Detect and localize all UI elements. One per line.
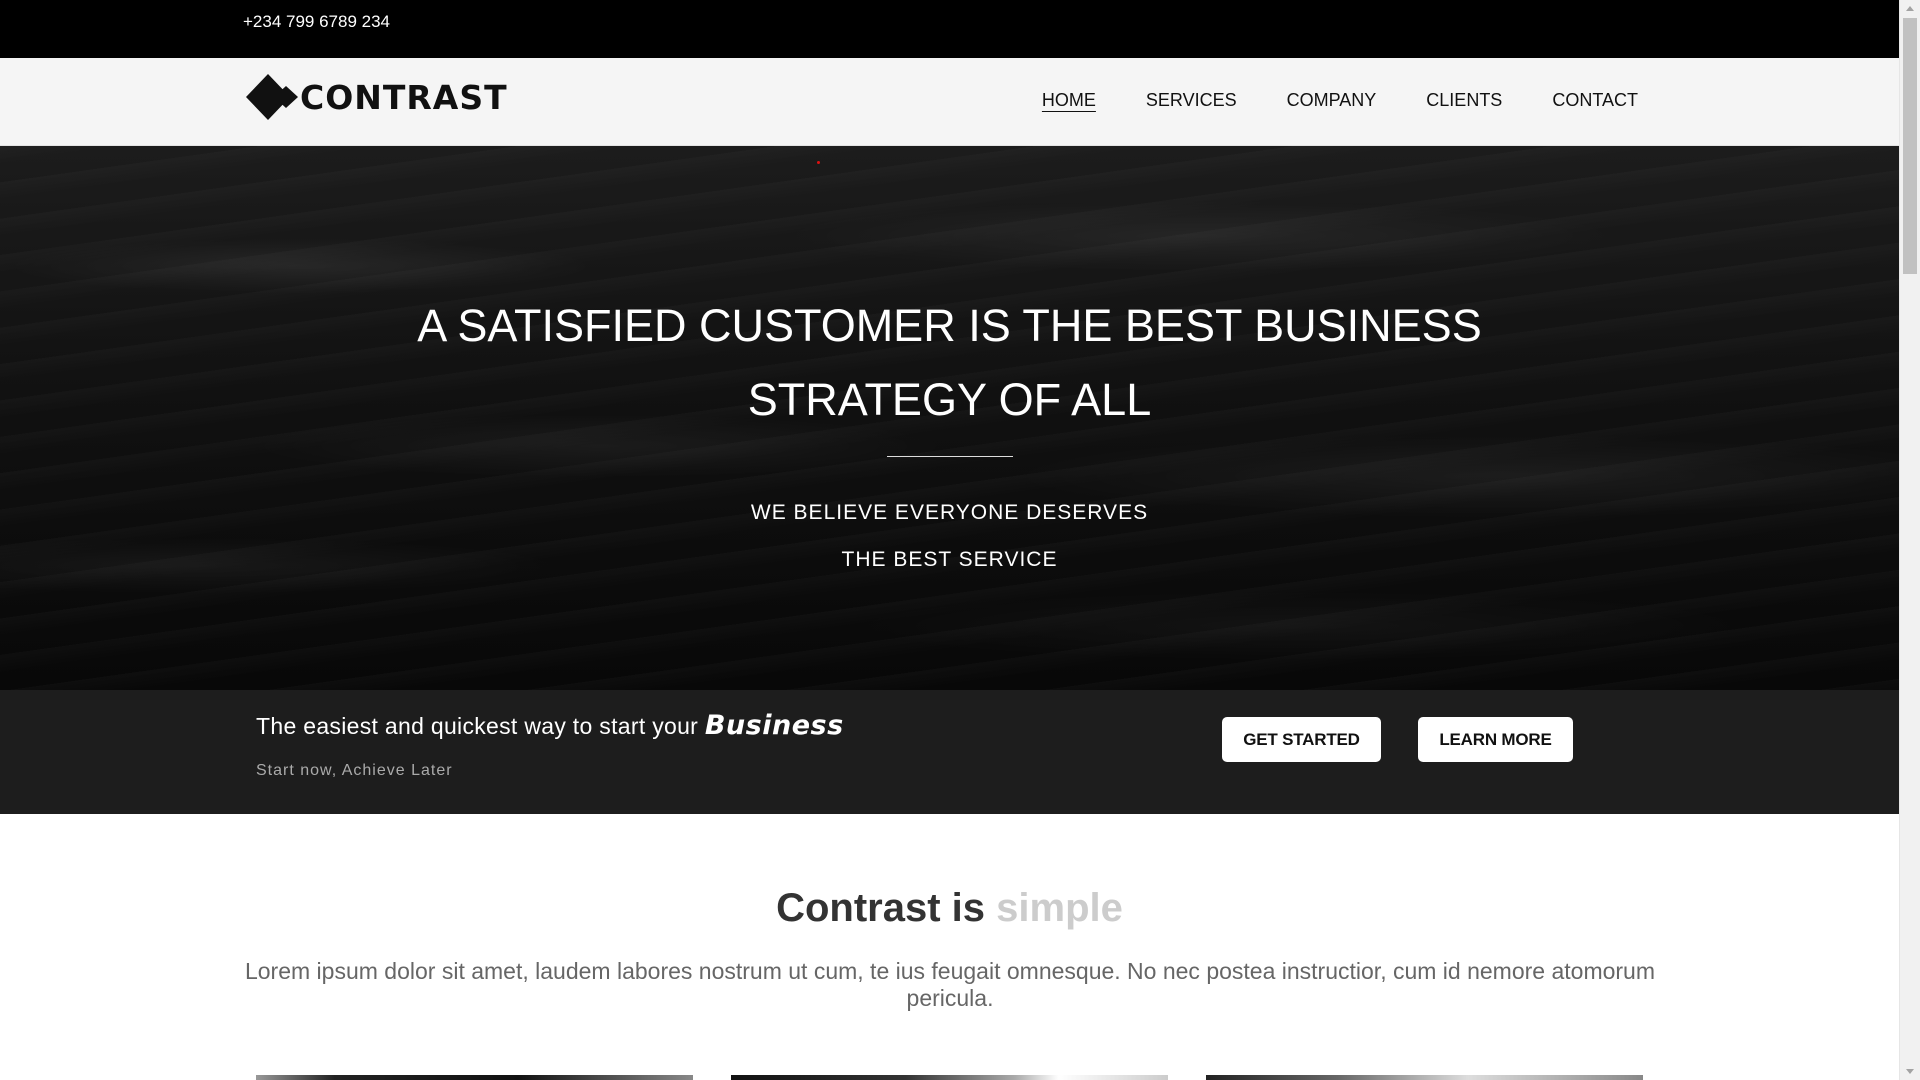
navbar: CONTRAST HOME SERVICES COMPANY CLIENTS C… — [0, 58, 1899, 146]
red-dot-marker — [817, 161, 820, 164]
phone-number: +234 799 6789 234 — [243, 12, 391, 31]
hero-tagline: WE BELIEVE EVERYONE DESERVES THE BEST SE… — [0, 489, 1899, 583]
feature-card-image[interactable] — [1206, 1075, 1643, 1080]
nav-item-contact[interactable]: CONTACT — [1552, 90, 1638, 111]
nav-item-home[interactable]: HOME — [1042, 90, 1096, 111]
nav-item-clients[interactable]: CLIENTS — [1426, 90, 1502, 111]
get-started-button[interactable]: GET STARTED — [1222, 717, 1381, 762]
scroll-down-arrow-icon[interactable] — [1906, 1069, 1914, 1074]
cta-band: The easiest and quickest way to start yo… — [0, 690, 1899, 814]
hero-section: A SATISFIED CUSTOMER IS THE BEST BUSINES… — [0, 146, 1899, 690]
hero-tagline-line1: WE BELIEVE EVERYONE DESERVES — [750, 501, 1149, 524]
intro-title-prefix: Contrast is — [776, 886, 997, 930]
brand-logo[interactable]: CONTRAST — [246, 74, 508, 120]
intro-title: Contrast is simple — [0, 886, 1899, 931]
nav-item-services[interactable]: SERVICES — [1146, 90, 1237, 111]
cta-subtext: Start now, Achieve Later — [256, 762, 453, 779]
page-scrollbar[interactable] — [1899, 0, 1920, 1080]
scrollbar-thumb[interactable] — [1903, 18, 1917, 274]
diamond-logo-icon — [246, 74, 298, 120]
hero-title-line1: A SATISFIED CUSTOMER IS THE BEST BUSINES… — [417, 300, 1482, 351]
feature-card-image[interactable] — [256, 1075, 693, 1080]
hero-title: A SATISFIED CUSTOMER IS THE BEST BUSINES… — [0, 289, 1899, 437]
main-nav: HOME SERVICES COMPANY CLIENTS CONTACT — [992, 90, 1638, 111]
nav-item-company[interactable]: COMPANY — [1287, 90, 1377, 111]
intro-title-emphasis: simple — [996, 886, 1123, 930]
scroll-up-arrow-icon[interactable] — [1906, 6, 1914, 11]
cta-headline-prefix: The easiest and quickest way to start yo… — [256, 713, 705, 739]
feature-card-image[interactable] — [731, 1075, 1168, 1080]
hero-title-line2: STRATEGY OF ALL — [747, 374, 1152, 425]
cta-headline-emphasis: Business — [704, 710, 844, 741]
intro-text: Lorem ipsum dolor sit amet, laudem labor… — [244, 958, 1656, 1011]
page: +234 799 6789 234 CONTRAST HOME SERVICES… — [0, 0, 1899, 1080]
hero-tagline-line2: THE BEST SERVICE — [841, 548, 1058, 571]
top-bar: +234 799 6789 234 — [0, 0, 1899, 58]
hero-divider — [887, 456, 1013, 457]
learn-more-button[interactable]: LEARN MORE — [1418, 717, 1573, 762]
cta-headline: The easiest and quickest way to start yo… — [256, 710, 844, 741]
brand-name: CONTRAST — [300, 77, 508, 117]
